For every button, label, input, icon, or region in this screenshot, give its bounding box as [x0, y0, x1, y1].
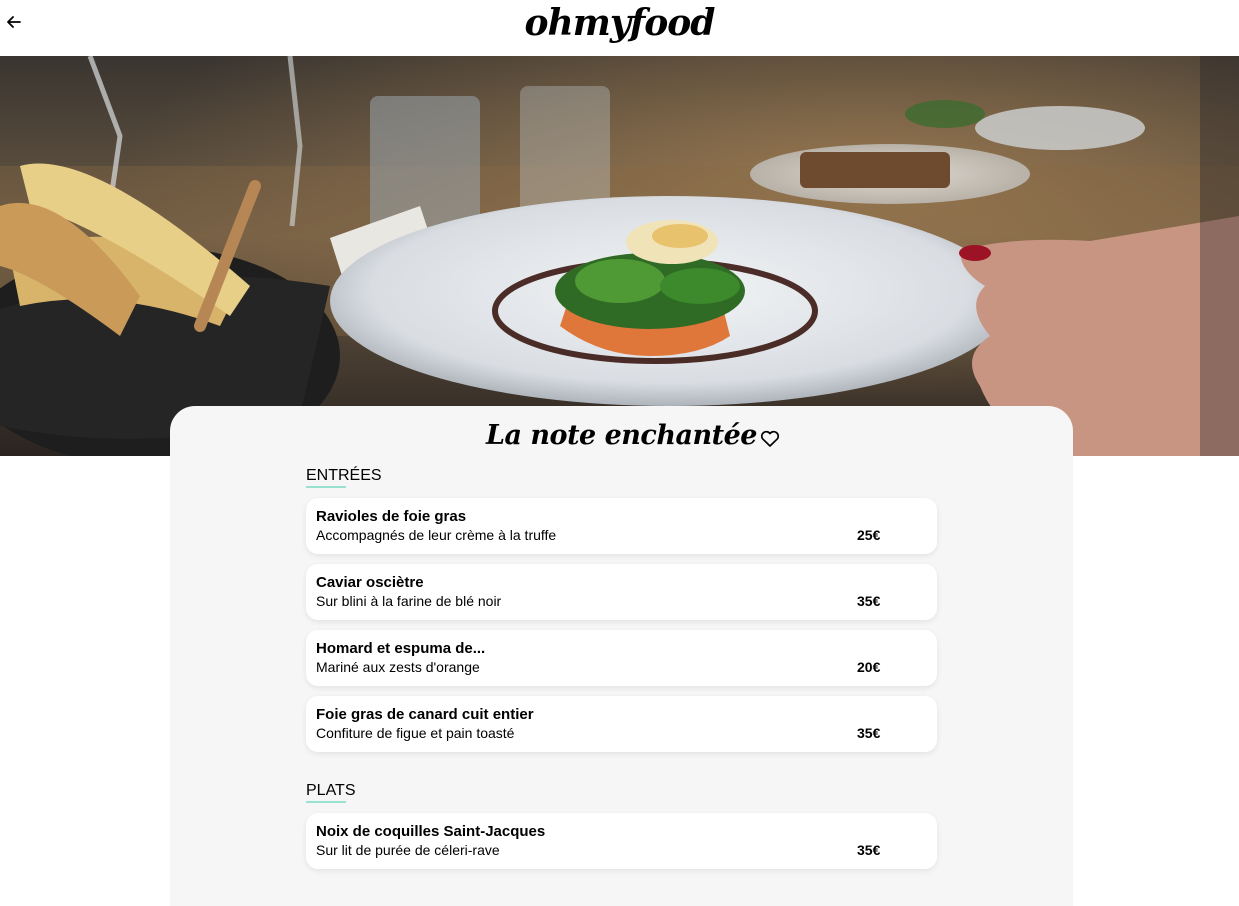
section-label-plats: PLATS — [306, 782, 356, 799]
section-underline — [306, 486, 346, 488]
menu-item-description: Accompagnés de leur crème à la truffe — [316, 527, 557, 543]
menu-item-card[interactable]: Foie gras de canard cuit entier Confitur… — [306, 696, 937, 752]
menu-item-price: 25€ — [857, 527, 881, 543]
menu-item-description: Confiture de figue et pain toasté — [316, 725, 515, 741]
menu-item-name: Noix de coquilles Saint-Jacques — [316, 823, 546, 840]
menu-item-name: Caviar osciètre — [316, 574, 424, 591]
menu-item-name: Ravioles de foie gras — [316, 508, 467, 525]
menu-item-price: 35€ — [857, 725, 881, 741]
menu-item-name: Homard et espuma de... — [316, 640, 486, 657]
menu-item-card[interactable]: Ravioles de foie gras Accompagnés de leu… — [306, 498, 937, 554]
menu-item-description: Mariné aux zests d'orange — [316, 659, 480, 675]
menu-item-name: Foie gras de canard cuit entier — [316, 706, 534, 723]
section-underline — [306, 801, 346, 803]
favorite-button[interactable] — [760, 430, 780, 448]
menu-item-description: Sur blini à la farine de blé noir — [316, 593, 502, 609]
restaurant-title: La note enchantée — [486, 420, 757, 451]
menu-item-card[interactable]: Caviar osciètre Sur blini à la farine de… — [306, 564, 937, 620]
menu-item-description: Sur lit de purée de céleri-rave — [316, 842, 500, 858]
menu-sheet: La note enchantée ENTRÉES Ravioles de fo… — [170, 406, 1073, 906]
menu-item-price: 20€ — [857, 659, 881, 675]
menu-item-price: 35€ — [857, 593, 881, 609]
heart-outline-icon — [760, 430, 780, 447]
menu-item-card[interactable]: Noix de coquilles Saint-Jacques Sur lit … — [306, 813, 937, 869]
hero-image — [0, 56, 1239, 456]
menu-item-card[interactable]: Homard et espuma de... Mariné aux zests … — [306, 630, 937, 686]
brand-logo[interactable]: ohmyfood — [0, 2, 1239, 44]
menu-item-price: 35€ — [857, 842, 881, 858]
title-row: La note enchantée — [170, 420, 1073, 451]
section-label-entrees: ENTRÉES — [306, 467, 382, 484]
app-header: ohmyfood — [0, 0, 1239, 56]
